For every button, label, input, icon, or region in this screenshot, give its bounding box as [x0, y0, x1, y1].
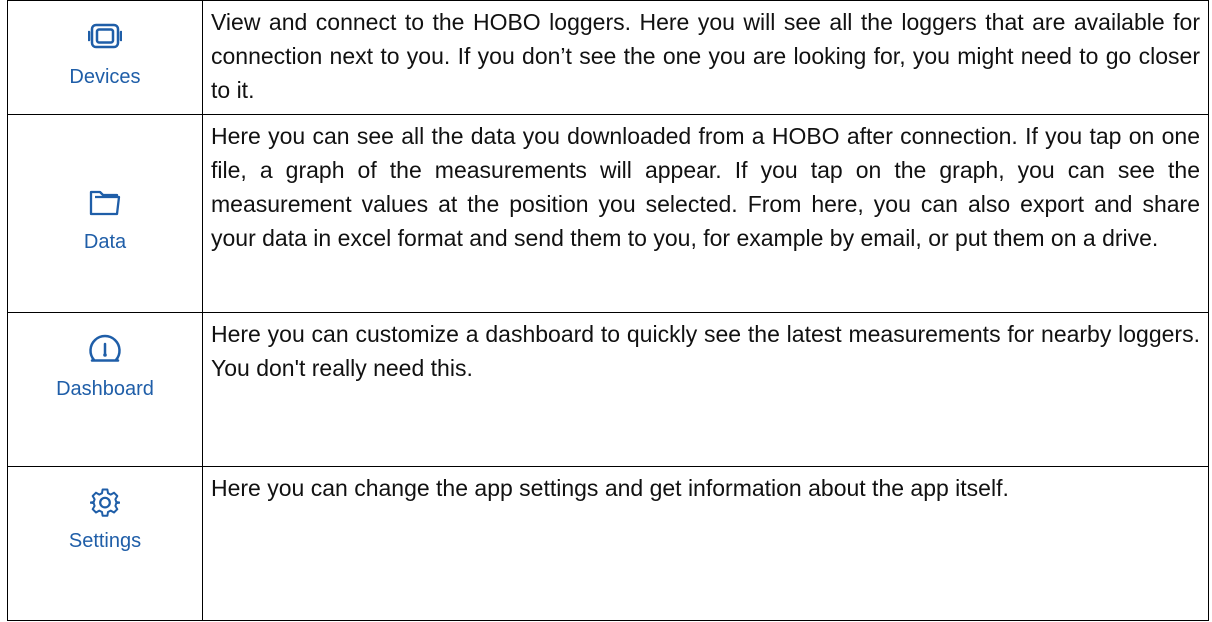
row-description-settings: Here you can change the app settings and… — [211, 475, 1009, 501]
desc-cell-devices: View and connect to the HOBO loggers. He… — [202, 0, 1209, 115]
table-row-data: Data Here you can see all the data you d… — [7, 114, 1209, 313]
desc-cell-data: Here you can see all the data you downlo… — [202, 114, 1209, 313]
icon-cell-dashboard: Dashboard — [7, 312, 203, 467]
desc-cell-settings: Here you can change the app settings and… — [202, 466, 1209, 621]
table-row-settings: Settings Here you can change the app set… — [7, 466, 1209, 621]
table-row-devices: Devices View and connect to the HOBO log… — [7, 0, 1209, 115]
row-description-dashboard: Here you can customize a dashboard to qu… — [211, 321, 1200, 381]
desc-cell-dashboard: Here you can customize a dashboard to qu… — [202, 312, 1209, 467]
device-icon — [88, 23, 122, 49]
row-description-data: Here you can see all the data you downlo… — [211, 123, 1200, 251]
row-label-data: Data — [83, 231, 127, 253]
icon-cell-devices: Devices — [7, 0, 203, 115]
folder-icon — [89, 190, 121, 216]
icon-cell-settings: Settings — [7, 466, 203, 621]
row-label-settings: Settings — [68, 530, 142, 552]
icon-cell-data: Data — [7, 114, 203, 313]
row-label-devices: Devices — [69, 66, 141, 88]
feature-table: Devices View and connect to the HOBO log… — [7, 0, 1209, 621]
row-label-dashboard: Dashboard — [56, 378, 154, 400]
gauge-icon — [89, 334, 121, 362]
table-row-dashboard: Dashboard Here you can customize a dashb… — [7, 312, 1209, 467]
row-description-devices: View and connect to the HOBO loggers. He… — [211, 9, 1200, 103]
gear-icon — [90, 488, 120, 517]
